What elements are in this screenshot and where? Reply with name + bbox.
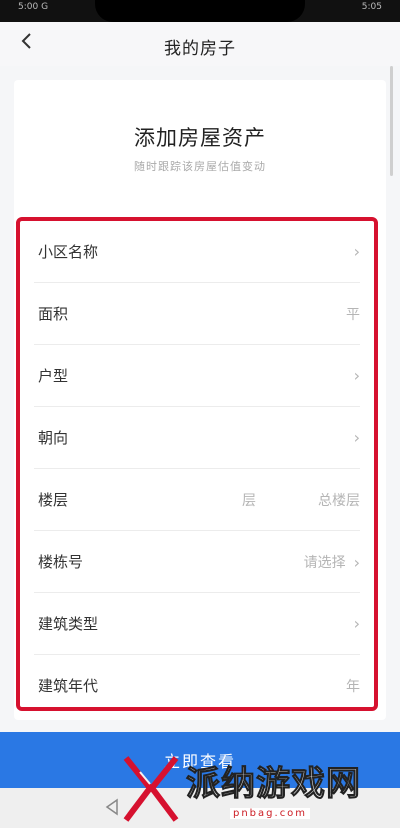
status-right-text: 5:05 [361, 2, 382, 12]
watermark-text: 派纳游戏网 [186, 764, 361, 805]
row-label: 楼栋号 [38, 553, 84, 571]
watermark: 派纳游戏网 pnbag.com [120, 752, 392, 828]
row-area[interactable]: 面积 平 [34, 283, 360, 345]
floor-input-unit[interactable]: 层 [242, 490, 256, 510]
watermark-logo-icon [123, 756, 179, 822]
row-community-name[interactable]: 小区名称 › [34, 221, 360, 283]
row-build-year[interactable]: 建筑年代 年 [34, 655, 360, 717]
row-layout[interactable]: 户型 › [34, 345, 360, 407]
watermark-url: pnbag.com [230, 808, 311, 819]
status-left-text: 5:00 G [18, 2, 49, 12]
row-building-number[interactable]: 楼栋号 请选择 › [34, 531, 360, 593]
row-label: 楼层 [38, 491, 69, 509]
row-building-type[interactable]: 建筑类型 › [34, 593, 360, 655]
row-label: 朝向 [38, 429, 69, 447]
notch [95, 0, 305, 22]
row-floor[interactable]: 楼层 层 总楼层 [34, 469, 360, 531]
row-label: 小区名称 [38, 243, 99, 261]
row-value: › [346, 614, 360, 633]
row-placeholder: 请选择 [303, 555, 346, 571]
row-label: 建筑年代 [38, 677, 99, 695]
row-value: › [346, 366, 360, 385]
row-value: › [346, 428, 360, 447]
chevron-right-icon: › [353, 366, 360, 385]
total-floor-input[interactable]: 总楼层 [318, 490, 360, 510]
chevron-right-icon: › [353, 614, 360, 633]
phone-screen: 5:00 G 5:05 我的房子 添加房屋资产 随时跟踪该房屋估值变动 小区名称… [0, 0, 400, 828]
chevron-right-icon: › [353, 428, 360, 447]
nav-bar: 我的房子 [0, 22, 400, 66]
row-unit: 年 [346, 679, 360, 695]
chevron-right-icon: › [353, 242, 360, 261]
row-value: 请选择 › [304, 552, 360, 572]
status-bar: 5:00 G 5:05 [0, 0, 400, 22]
row-label: 面积 [38, 305, 69, 323]
page-title: 我的房子 [164, 39, 236, 59]
property-form: 小区名称 › 面积 平 户型 › 朝向 › 楼层 层 总楼层 楼栋号 请选择 › … [16, 217, 378, 711]
row-label: 建筑类型 [38, 615, 99, 633]
row-orientation[interactable]: 朝向 › [34, 407, 360, 469]
form-heading: 添加房屋资产 [134, 126, 266, 150]
row-unit: 平 [346, 307, 360, 323]
form-subheading: 随时跟踪该房屋估值变动 [134, 160, 266, 173]
chevron-right-icon: › [353, 553, 360, 572]
row-label: 户型 [38, 367, 69, 385]
row-value: › [346, 242, 360, 261]
